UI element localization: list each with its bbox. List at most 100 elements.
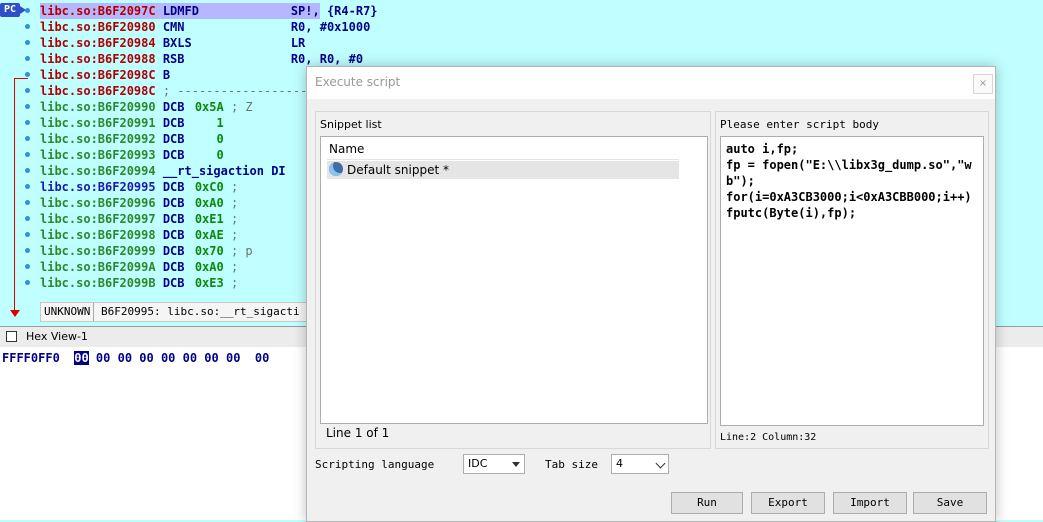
disasm-mnemonic: DCB [162, 132, 185, 146]
dialog-title: Execute script [315, 75, 401, 89]
disasm-operand: R0, #0x1000 [290, 20, 371, 34]
disasm-line[interactable]: libc.so:B6F20997 DCB 0xE1 ; [40, 211, 238, 227]
disasm-address: libc.so:B6F20990 [40, 100, 156, 114]
disasm-line[interactable]: libc.so:B6F20993 DCB 0 [40, 147, 224, 163]
disasm-operand: 0x70 [194, 244, 224, 258]
snippet-item-label: Default snippet * [347, 163, 449, 177]
execute-script-dialog: Execute script × Snippet list Name Defau… [306, 66, 996, 522]
disasm-line[interactable]: libc.so:B6F20990 DCB 0x5A ; Z [40, 99, 253, 115]
disasm-mnemonic: B [162, 68, 171, 82]
disasm-line[interactable]: libc.so:B6F20980 CMN R0, #0x1000 [40, 19, 370, 35]
disasm-line[interactable]: libc.so:B6F20984 BXLS LR [40, 35, 305, 51]
breakpoint-dot-icon[interactable] [25, 184, 30, 189]
disasm-line[interactable]: libc.so:B6F20996 DCB 0xA0 ; [40, 195, 238, 211]
hex-row: FFFF0FF0 00 00 00 00 00 00 00 00 00 [2, 351, 269, 365]
hex-selected-byte[interactable]: 00 [74, 351, 89, 365]
breakpoint-dot-icon[interactable] [25, 168, 30, 173]
disasm-line[interactable]: libc.so:B6F2099B DCB 0xE3 ; [40, 275, 238, 291]
disasm-address: libc.so:B6F2097C [40, 4, 156, 18]
disassembly-status-bar: UNKNOWN B6F20995: libc.so:__rt_sigacti [40, 302, 312, 322]
disasm-comment: ; [223, 228, 239, 242]
disasm-mnemonic: DCB [162, 244, 185, 258]
breakpoint-dot-icon[interactable] [25, 40, 30, 45]
disasm-line[interactable]: libc.so:B6F20994 __rt_sigaction DI [40, 163, 291, 179]
run-button[interactable]: Run [671, 492, 743, 514]
scripting-language-value: IDC [468, 457, 488, 470]
breakpoint-dot-icon[interactable] [25, 8, 30, 13]
snippet-list-label: Snippet list [320, 118, 382, 131]
script-body-editor[interactable]: auto i,fp; fp = fopen("E:\\libx3g_dump.s… [720, 136, 984, 426]
disasm-mnemonic: DCB [162, 260, 185, 274]
disasm-line[interactable]: libc.so:B6F2097C LDMFD SP!, {R4-R7} [40, 3, 378, 19]
disasm-mnemonic: DCB [162, 276, 185, 290]
branch-arrow-head-icon [10, 310, 20, 317]
close-icon[interactable]: × [973, 74, 993, 94]
pc-marker: PC [0, 3, 26, 17]
breakpoint-dot-icon[interactable] [25, 56, 30, 61]
disasm-mnemonic: __rt_sigaction DI [162, 164, 286, 178]
breakpoint-dot-icon[interactable] [25, 104, 30, 109]
chevron-down-icon [512, 462, 520, 467]
disasm-operand: 0xA0 [194, 196, 224, 210]
breakpoint-dot-icon[interactable] [25, 200, 30, 205]
disasm-comment: ; [223, 276, 239, 290]
breakpoint-dot-icon[interactable] [25, 72, 30, 77]
disasm-address: libc.so:B6F20995 [40, 180, 156, 194]
disasm-mnemonic: DCB [162, 228, 185, 242]
cursor-position: Line:2 Column:32 [720, 432, 817, 443]
tab-size-value: 4 [616, 457, 623, 470]
disasm-line[interactable]: libc.so:B6F20995 DCB 0xC0 ; [40, 179, 238, 195]
disasm-line[interactable]: libc.so:B6F20998 DCB 0xAE ; [40, 227, 238, 243]
disasm-address: libc.so:B6F20997 [40, 212, 156, 226]
breakpoint-dot-icon[interactable] [25, 136, 30, 141]
disasm-line[interactable]: libc.so:B6F2099A DCB 0xA0 ; [40, 259, 238, 275]
hex-bytes: 00 00 00 00 00 00 00 00 [88, 351, 270, 365]
save-button[interactable]: Save [913, 492, 987, 514]
disasm-comment: ; [223, 196, 239, 210]
disasm-operand: SP!, {R4-R7} [290, 4, 378, 18]
chevron-down-icon [655, 458, 666, 469]
disasm-operand: 1 [194, 116, 224, 130]
disasm-line[interactable]: libc.so:B6F20992 DCB 0 [40, 131, 224, 147]
disasm-address: libc.so:B6F20992 [40, 132, 156, 146]
breakpoint-dot-icon[interactable] [25, 120, 30, 125]
breakpoint-dot-icon[interactable] [25, 264, 30, 269]
tab-size-select[interactable]: 4 [611, 454, 669, 474]
disasm-comment: ; [223, 260, 239, 274]
snippet-item-default[interactable]: Default snippet * [327, 161, 679, 179]
disasm-line[interactable]: libc.so:B6F20999 DCB 0x70 ; p [40, 243, 253, 259]
disasm-address: libc.so:B6F2098C [40, 68, 156, 82]
disasm-address: libc.so:B6F2099B [40, 276, 156, 290]
disasm-operand: 0 [194, 148, 224, 162]
breakpoint-dot-icon[interactable] [25, 280, 30, 285]
breakpoint-dot-icon[interactable] [25, 152, 30, 157]
disasm-line[interactable]: libc.so:B6F20991 DCB 1 [40, 115, 224, 131]
breakpoint-dot-icon[interactable] [25, 232, 30, 237]
disasm-operand: 0xE3 [194, 276, 224, 290]
disasm-operand: 0x5A [194, 100, 224, 114]
export-button[interactable]: Export [751, 492, 825, 514]
disasm-operand: 0xAE [194, 228, 224, 242]
column-header-name[interactable]: Name [327, 139, 679, 160]
line-info: Line 1 of 1 [326, 426, 390, 440]
disasm-mnemonic: DCB [162, 148, 185, 162]
disasm-address: libc.so:B6F20996 [40, 196, 156, 210]
breakpoint-dot-icon[interactable] [25, 24, 30, 29]
scripting-language-select[interactable]: IDC [463, 454, 525, 474]
dialog-title-bar[interactable]: Execute script × [307, 67, 995, 99]
disasm-address: libc.so:B6F20988 [40, 52, 156, 66]
snippet-icon [329, 162, 343, 176]
branch-arrow-line [14, 78, 15, 312]
import-button[interactable]: Import [833, 492, 907, 514]
branch-arrow-top [14, 78, 28, 79]
disasm-line[interactable]: libc.so:B6F2098C B [40, 67, 291, 83]
breakpoint-dot-icon[interactable] [25, 88, 30, 93]
disasm-operand: 0 [194, 132, 224, 146]
snippet-list[interactable]: Name Default snippet * [320, 136, 708, 424]
disasm-line[interactable]: libc.so:B6F20988 RSB R0, R0, #0 [40, 51, 363, 67]
breakpoint-dot-icon[interactable] [25, 248, 30, 253]
disasm-operand: 0xE1 [194, 212, 224, 226]
breakpoint-dot-icon[interactable] [25, 216, 30, 221]
disasm-mnemonic: DCB [162, 116, 185, 130]
disasm-comment: ; [223, 212, 239, 226]
